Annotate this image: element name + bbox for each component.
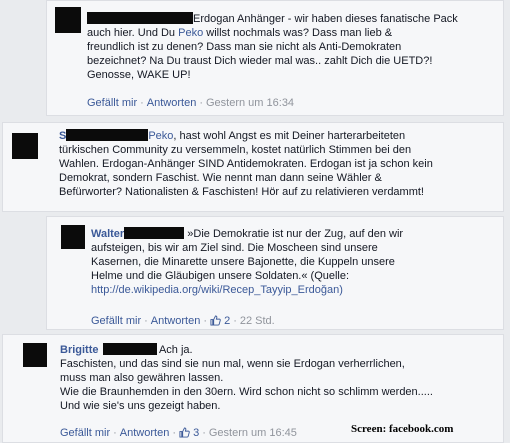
comment-text: Walter »Die Demokratie ist nur der Zug, … (91, 227, 404, 297)
avatar[interactable] (12, 133, 38, 159)
commenter-name[interactable]: Walter (91, 228, 124, 240)
like-count[interactable]: 3 (179, 427, 199, 439)
redacted-name[interactable] (102, 343, 157, 355)
commenter-name[interactable]: Brigitte (60, 344, 99, 356)
like-button[interactable]: Gefällt mir (60, 427, 110, 439)
like-button[interactable]: Gefällt mir (87, 97, 137, 109)
timestamp[interactable]: 22 Std. (240, 315, 275, 327)
screenshot-credit: Screen: facebook.com (351, 423, 454, 435)
source-link[interactable]: http://de.wikipedia.org/wiki/Recep_Tayyi… (91, 283, 403, 297)
redacted-name[interactable] (66, 129, 149, 141)
reply-button[interactable]: Antworten (151, 315, 201, 327)
timestamp[interactable]: Gestern um 16:34 (206, 97, 294, 109)
mention-link[interactable]: Peko (148, 130, 173, 142)
like-button[interactable]: Gefällt mir (91, 315, 141, 327)
comment-1: Erdogan Anhänger - wir haben dieses fana… (46, 0, 504, 116)
avatar[interactable] (61, 225, 85, 249)
redacted-name[interactable] (87, 12, 193, 24)
thumbs-up-icon (210, 315, 221, 326)
redacted-name[interactable] (124, 227, 185, 239)
avatar[interactable] (55, 7, 81, 33)
comment-actions: Gefällt mir · Antworten · Gestern um 16:34 (87, 97, 295, 109)
comment-text: Brigitte Ach ja. Faschisten, und das sin… (60, 343, 433, 412)
comment-3: Walter »Die Demokratie ist nur der Zug, … (46, 216, 504, 330)
comment-4: Brigitte Ach ja. Faschisten, und das sin… (2, 334, 504, 443)
reply-button[interactable]: Antworten (147, 97, 197, 109)
timestamp[interactable]: Gestern um 16:45 (209, 427, 297, 439)
commenter-name[interactable]: S (59, 130, 66, 142)
reply-button[interactable]: Antworten (120, 427, 170, 439)
comment-text: S Peko, hast wohl Angst es mit Deiner har… (59, 129, 433, 198)
comment-2: S Peko, hast wohl Angst es mit Deiner har… (2, 122, 504, 212)
comment-actions: Gefällt mir · Antworten · 2 · 22 Std. (91, 315, 275, 327)
comment-text: Erdogan Anhänger - wir haben dieses fana… (87, 12, 458, 81)
like-count[interactable]: 2 (210, 315, 230, 327)
avatar[interactable] (23, 343, 47, 367)
mention-link[interactable]: Peko (178, 27, 203, 39)
comment-actions: Gefällt mir · Antworten · 3 · Gestern um 16:4… (60, 427, 297, 439)
thumbs-up-icon (179, 427, 190, 438)
